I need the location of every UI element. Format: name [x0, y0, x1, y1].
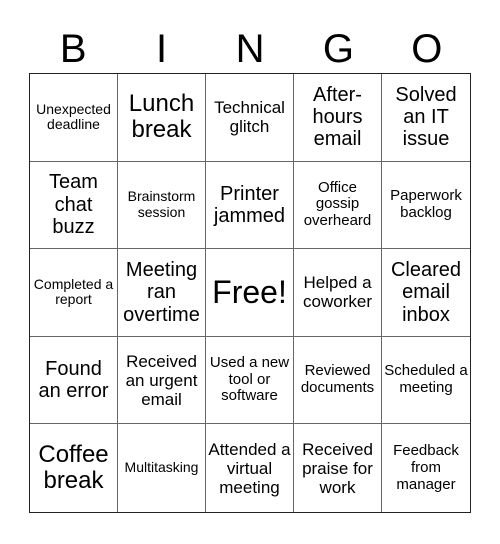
header-letter-n: N — [235, 27, 265, 71]
bingo-cell[interactable]: Unexpected deadline — [30, 74, 118, 162]
bingo-cell[interactable]: Reviewed documents — [294, 336, 382, 425]
bingo-header: B I N G O — [29, 26, 471, 72]
bingo-cell[interactable]: Coffee break — [30, 424, 118, 512]
free-space[interactable]: Free! — [206, 249, 294, 337]
header-letter-g: G — [322, 27, 354, 71]
bingo-cell[interactable]: Team chat buzz — [30, 161, 118, 250]
bingo-cell[interactable]: Solved an IT issue — [382, 74, 470, 162]
bingo-cell[interactable]: Office gossip overheard — [294, 161, 382, 250]
bingo-cell[interactable]: Paperwork backlog — [382, 162, 470, 250]
bingo-cell[interactable]: Attended a virtual meeting — [206, 424, 294, 512]
bingo-cell[interactable]: Printer jammed — [206, 161, 294, 250]
bingo-cell[interactable]: After-hours email — [294, 74, 382, 162]
bingo-cell[interactable]: Used a new tool or software — [206, 336, 294, 425]
bingo-grid: Unexpected deadline Lunch break Technica… — [29, 73, 471, 513]
bingo-cell[interactable]: Received praise for work — [294, 424, 382, 512]
bingo-cell[interactable]: Completed a report — [30, 249, 118, 337]
bingo-cell[interactable]: Cleared email inbox — [382, 249, 470, 337]
bingo-cell[interactable]: Multitasking — [118, 424, 206, 512]
header-letter-o: O — [411, 27, 443, 71]
bingo-cell[interactable]: Found an error — [30, 336, 118, 425]
bingo-cell[interactable]: Received an urgent email — [118, 336, 206, 425]
bingo-cell[interactable]: Helped a coworker — [294, 249, 382, 337]
bingo-cell[interactable]: Meeting ran overtime — [118, 249, 206, 337]
header-letter-b: B — [59, 27, 87, 71]
bingo-cell[interactable]: Scheduled a meeting — [382, 337, 470, 425]
bingo-cell[interactable]: Lunch break — [118, 74, 206, 162]
bingo-cell[interactable]: Feedback from manager — [382, 424, 470, 512]
bingo-cell[interactable]: Technical glitch — [206, 74, 294, 162]
header-letter-i: I — [156, 27, 168, 71]
bingo-cell[interactable]: Brainstorm session — [118, 161, 206, 250]
